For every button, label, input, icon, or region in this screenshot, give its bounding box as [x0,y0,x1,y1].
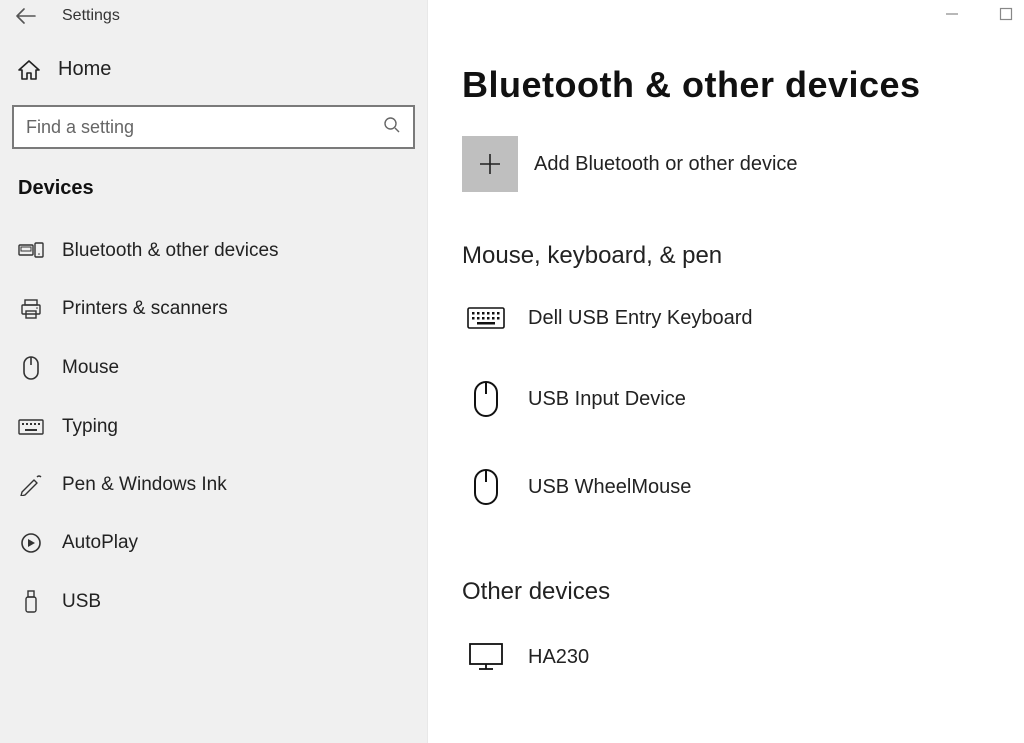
settings-sidebar: Settings Home Devices [0,0,428,743]
nav-item-pen[interactable]: Pen & Windows Ink [0,456,427,514]
nav-item-label: Pen & Windows Ink [62,474,227,496]
pen-icon [18,474,44,496]
minimize-icon [945,7,959,21]
nav-item-mouse[interactable]: Mouse [0,338,427,398]
nav-item-label: AutoPlay [62,532,138,554]
mouse-icon [466,380,506,418]
window-controls [942,4,1016,24]
device-item-monitor[interactable]: HA230 [462,628,990,686]
home-icon [18,60,40,80]
search-container [0,95,427,163]
nav-item-label: Printers & scanners [62,298,228,320]
nav-item-label: Bluetooth & other devices [62,240,279,262]
nav-item-bluetooth[interactable]: Bluetooth & other devices [0,222,427,280]
back-arrow-icon [16,8,36,24]
home-nav[interactable]: Home [0,44,427,95]
usb-icon [18,590,44,614]
monitor-icon [466,642,506,672]
section-label: Devices [0,163,427,222]
device-item-keyboard[interactable]: Dell USB Entry Keyboard [462,292,990,344]
device-label: Dell USB Entry Keyboard [528,307,753,330]
bluetooth-devices-icon [18,241,44,261]
search-box[interactable] [12,105,415,149]
titlebar-title: Settings [62,7,120,25]
keyboard-icon [466,306,506,330]
add-device-label: Add Bluetooth or other device [534,153,798,176]
other-heading: Other devices [462,578,990,606]
nav-item-typing[interactable]: Typing [0,398,427,456]
nav-item-autoplay[interactable]: AutoPlay [0,514,427,572]
search-icon [383,116,401,139]
device-label: HA230 [528,646,589,669]
device-item-mouse[interactable]: USB Input Device [462,366,990,432]
minimize-button[interactable] [942,4,962,24]
add-square [462,136,518,192]
mkp-heading: Mouse, keyboard, & pen [462,242,990,270]
plus-icon [477,151,503,177]
nav-item-printers[interactable]: Printers & scanners [0,280,427,338]
mouse-icon [466,468,506,506]
home-label: Home [58,58,111,81]
nav-list: Bluetooth & other devices Printers & sca… [0,222,427,632]
page-title: Bluetooth & other devices [462,64,990,106]
mouse-icon [18,356,44,380]
nav-item-usb[interactable]: USB [0,572,427,632]
nav-item-label: USB [62,591,101,613]
search-input[interactable] [26,117,383,138]
maximize-icon [999,7,1013,21]
autoplay-icon [18,532,44,554]
back-button[interactable] [16,6,36,26]
maximize-button[interactable] [996,4,1016,24]
nav-item-label: Mouse [62,357,119,379]
main-content: Bluetooth & other devices Add Bluetooth … [428,0,1024,743]
add-device-button[interactable]: Add Bluetooth or other device [462,136,990,192]
keyboard-icon [18,418,44,436]
device-label: USB Input Device [528,388,686,411]
printer-icon [18,299,44,319]
device-label: USB WheelMouse [528,476,691,499]
device-item-mouse[interactable]: USB WheelMouse [462,454,990,520]
titlebar: Settings [0,0,427,44]
nav-item-label: Typing [62,416,118,438]
